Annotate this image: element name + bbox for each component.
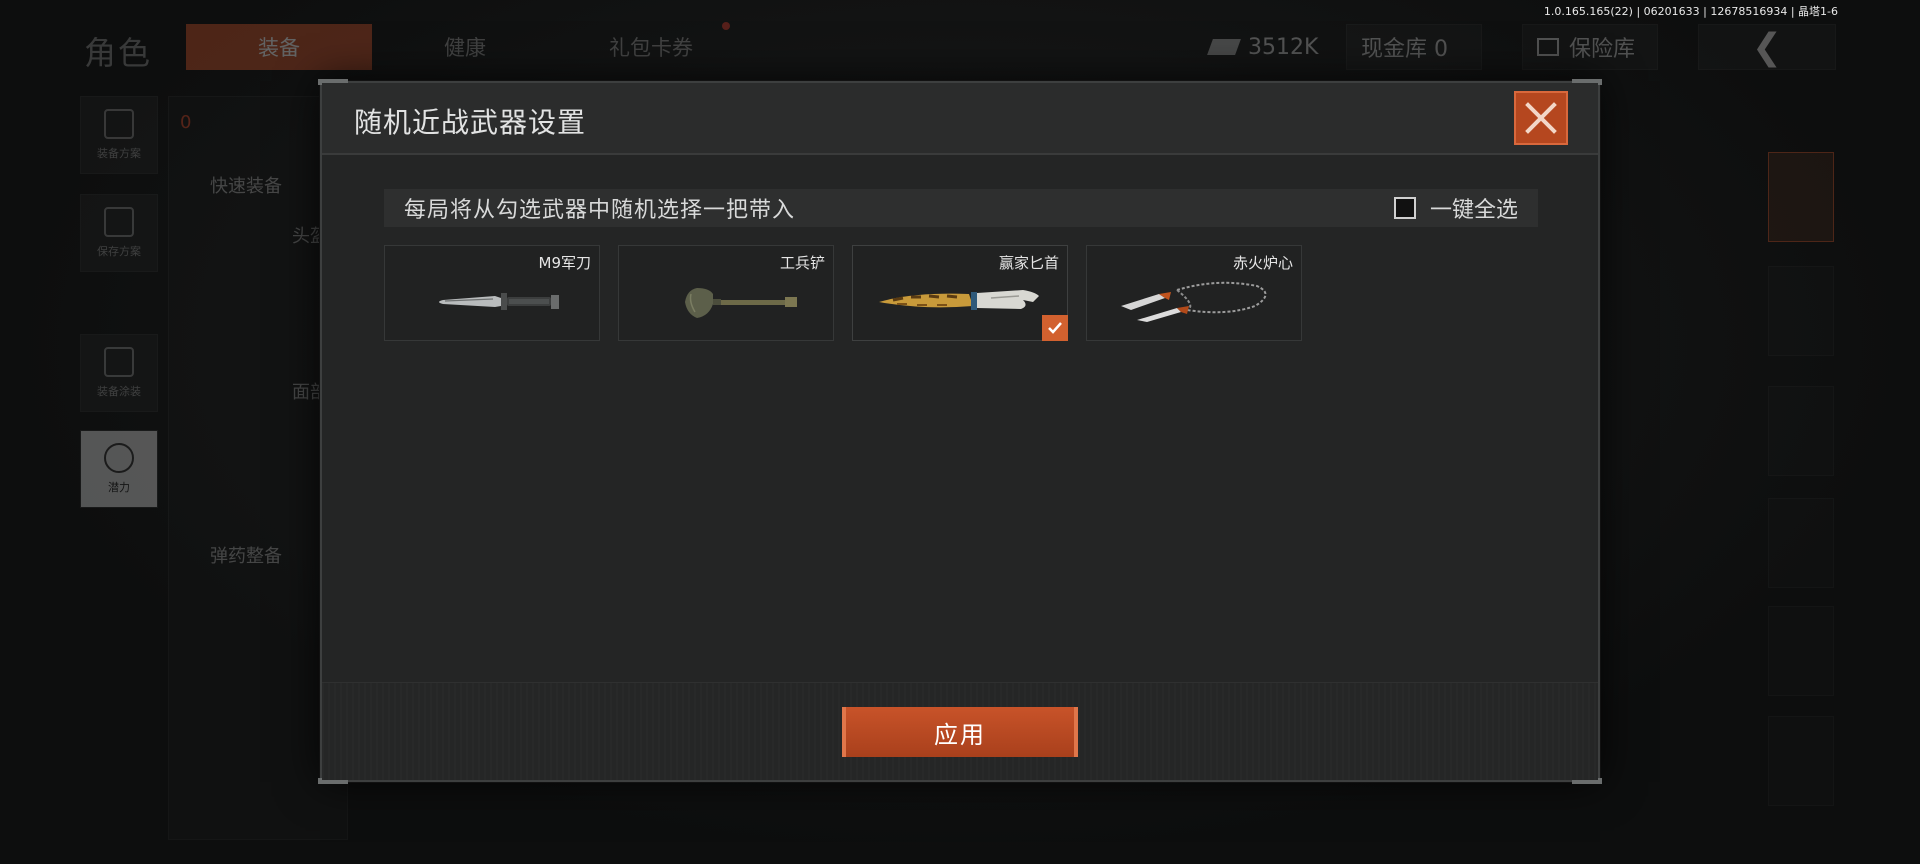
dialog-footer: 应用 (322, 682, 1598, 780)
ammo-equip-label[interactable]: 弹药整备 (210, 542, 282, 568)
sidebar-potential-label: 潜力 (108, 481, 130, 494)
right-slot-rifle[interactable] (1768, 386, 1834, 476)
right-slot-magazine[interactable] (1768, 498, 1834, 588)
currency-amount: 3512K (1248, 34, 1319, 60)
armor-counter: 0 (180, 112, 192, 133)
page-title: 角色 (84, 34, 153, 72)
sidebar-potential[interactable]: 潜力 (80, 430, 158, 508)
sidebar-save[interactable]: 保存方案 (80, 194, 158, 272)
quick-equip-label[interactable]: 快速装备 (210, 172, 282, 198)
weapon-name: 赤火炉心 (1232, 254, 1293, 272)
notification-dot (722, 22, 730, 30)
chevron-left-icon: ❮ (1751, 26, 1783, 68)
version-info: 1.0.165.165(22) | 06201633 | 12678516934… (1543, 5, 1838, 18)
checkmark-icon (1048, 322, 1062, 334)
close-button[interactable] (1514, 91, 1568, 145)
right-slot-helmet[interactable] (1768, 266, 1834, 356)
tab-gift-vouchers-label: 礼包卡券 (609, 36, 693, 60)
weapon-name: M9军刀 (538, 254, 592, 272)
app-root: 1.0.165.165(22) | 06201633 | 12678516934… (0, 0, 1920, 864)
weapon-card-m9[interactable]: M9军刀 (384, 245, 600, 341)
currency-icon (1207, 39, 1241, 55)
cash-storage-label: 现金库 0 (1361, 37, 1448, 62)
dialog-header: 随机近战武器设置 (322, 83, 1598, 155)
instruction-text: 每局将从勾选武器中随机选择一把带入 (404, 198, 796, 223)
sidebar-loadout[interactable]: 装备方案 (80, 96, 158, 174)
lightning-icon (104, 443, 134, 473)
select-all-toggle[interactable]: 一键全选 (1393, 192, 1518, 224)
weapon-name: 赢家匕首 (998, 254, 1059, 272)
tab-health[interactable]: 健康 (372, 24, 558, 70)
weapon-name: 工兵铲 (779, 254, 825, 272)
currency-display: 3512K (1196, 24, 1332, 70)
safe-icon (1537, 38, 1559, 56)
back-button[interactable]: ❮ (1698, 24, 1836, 70)
weapon-card-shovel[interactable]: 工兵铲 (618, 245, 834, 341)
weapon-card-winners-dagger[interactable]: 赢家匕首 (852, 245, 1068, 341)
random-melee-dialog: 随机近战武器设置 每局将从勾选武器中随机选择一把带入 一键全选 M9军刀 工兵铲… (318, 79, 1602, 784)
apply-button[interactable]: 应用 (842, 707, 1078, 757)
helmet-icon (104, 347, 134, 377)
bayonet-knife-icon (439, 293, 559, 310)
weapon-grid: M9军刀 工兵铲 赢家匕首 赤火炉心 (384, 245, 1302, 341)
sidebar-paint[interactable]: 装备涂装 (80, 334, 158, 412)
right-slot-attachment[interactable] (1768, 716, 1834, 806)
tab-equipment[interactable]: 装备 (186, 24, 372, 70)
selected-checkmark (1042, 315, 1068, 341)
dialog-title: 随机近战武器设置 (354, 106, 587, 139)
cash-storage-button[interactable]: 现金库 0 (1346, 24, 1482, 70)
select-all-label: 一键全选 (1429, 198, 1518, 223)
shovel-icon (685, 288, 797, 318)
chain-blades-icon (1121, 281, 1267, 322)
download-icon (104, 207, 134, 237)
safe-label: 保险库 (1569, 37, 1636, 62)
vest-icon (104, 109, 134, 139)
sidebar-paint-label: 装备涂装 (97, 385, 141, 398)
tab-gift-vouchers[interactable]: 礼包卡券 (558, 22, 744, 70)
sidebar-loadout-label: 装备方案 (97, 147, 141, 160)
weapon-card-red-fire-core[interactable]: 赤火炉心 (1086, 245, 1302, 341)
right-slot-armor[interactable] (1768, 152, 1834, 242)
right-slot-grip[interactable] (1768, 606, 1834, 696)
instruction-bar: 每局将从勾选武器中随机选择一把带入 一键全选 (384, 189, 1538, 227)
select-all-checkbox[interactable] (1393, 197, 1416, 219)
sidebar-save-label: 保存方案 (97, 245, 141, 258)
close-icon (1525, 102, 1557, 134)
safe-button[interactable]: 保险库 (1522, 24, 1658, 70)
golden-dagger-icon (879, 290, 1039, 310)
